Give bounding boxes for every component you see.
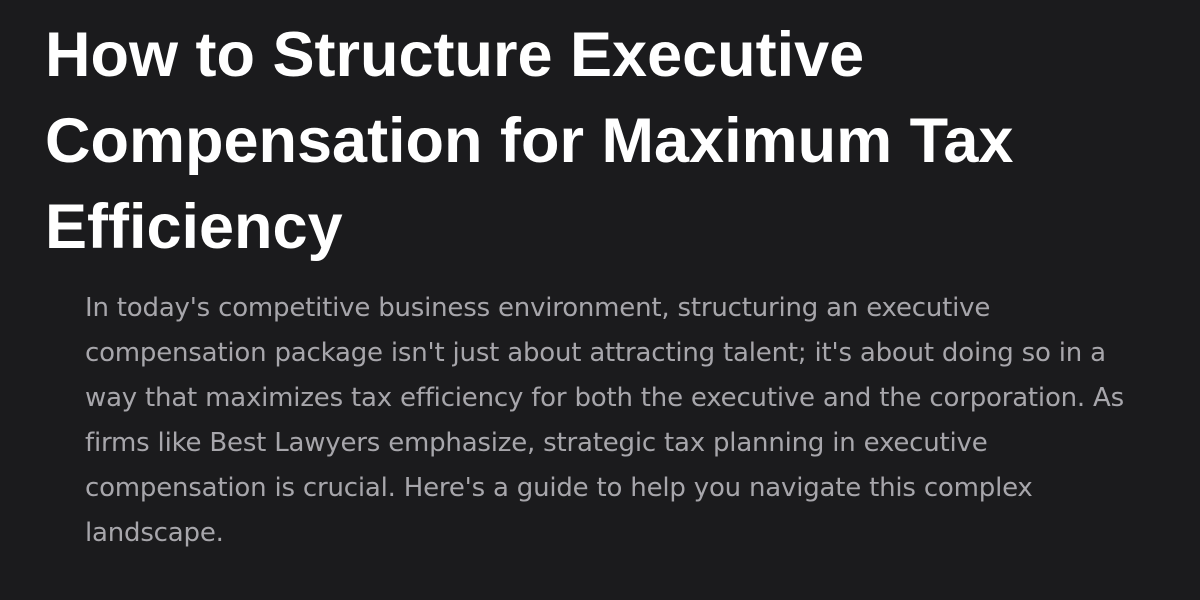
article-page: How to Structure Executive Compensation …: [0, 0, 1200, 600]
article-intro: In today's competitive business environm…: [85, 293, 1124, 548]
article-title: How to Structure Executive Compensation …: [45, 20, 1014, 262]
